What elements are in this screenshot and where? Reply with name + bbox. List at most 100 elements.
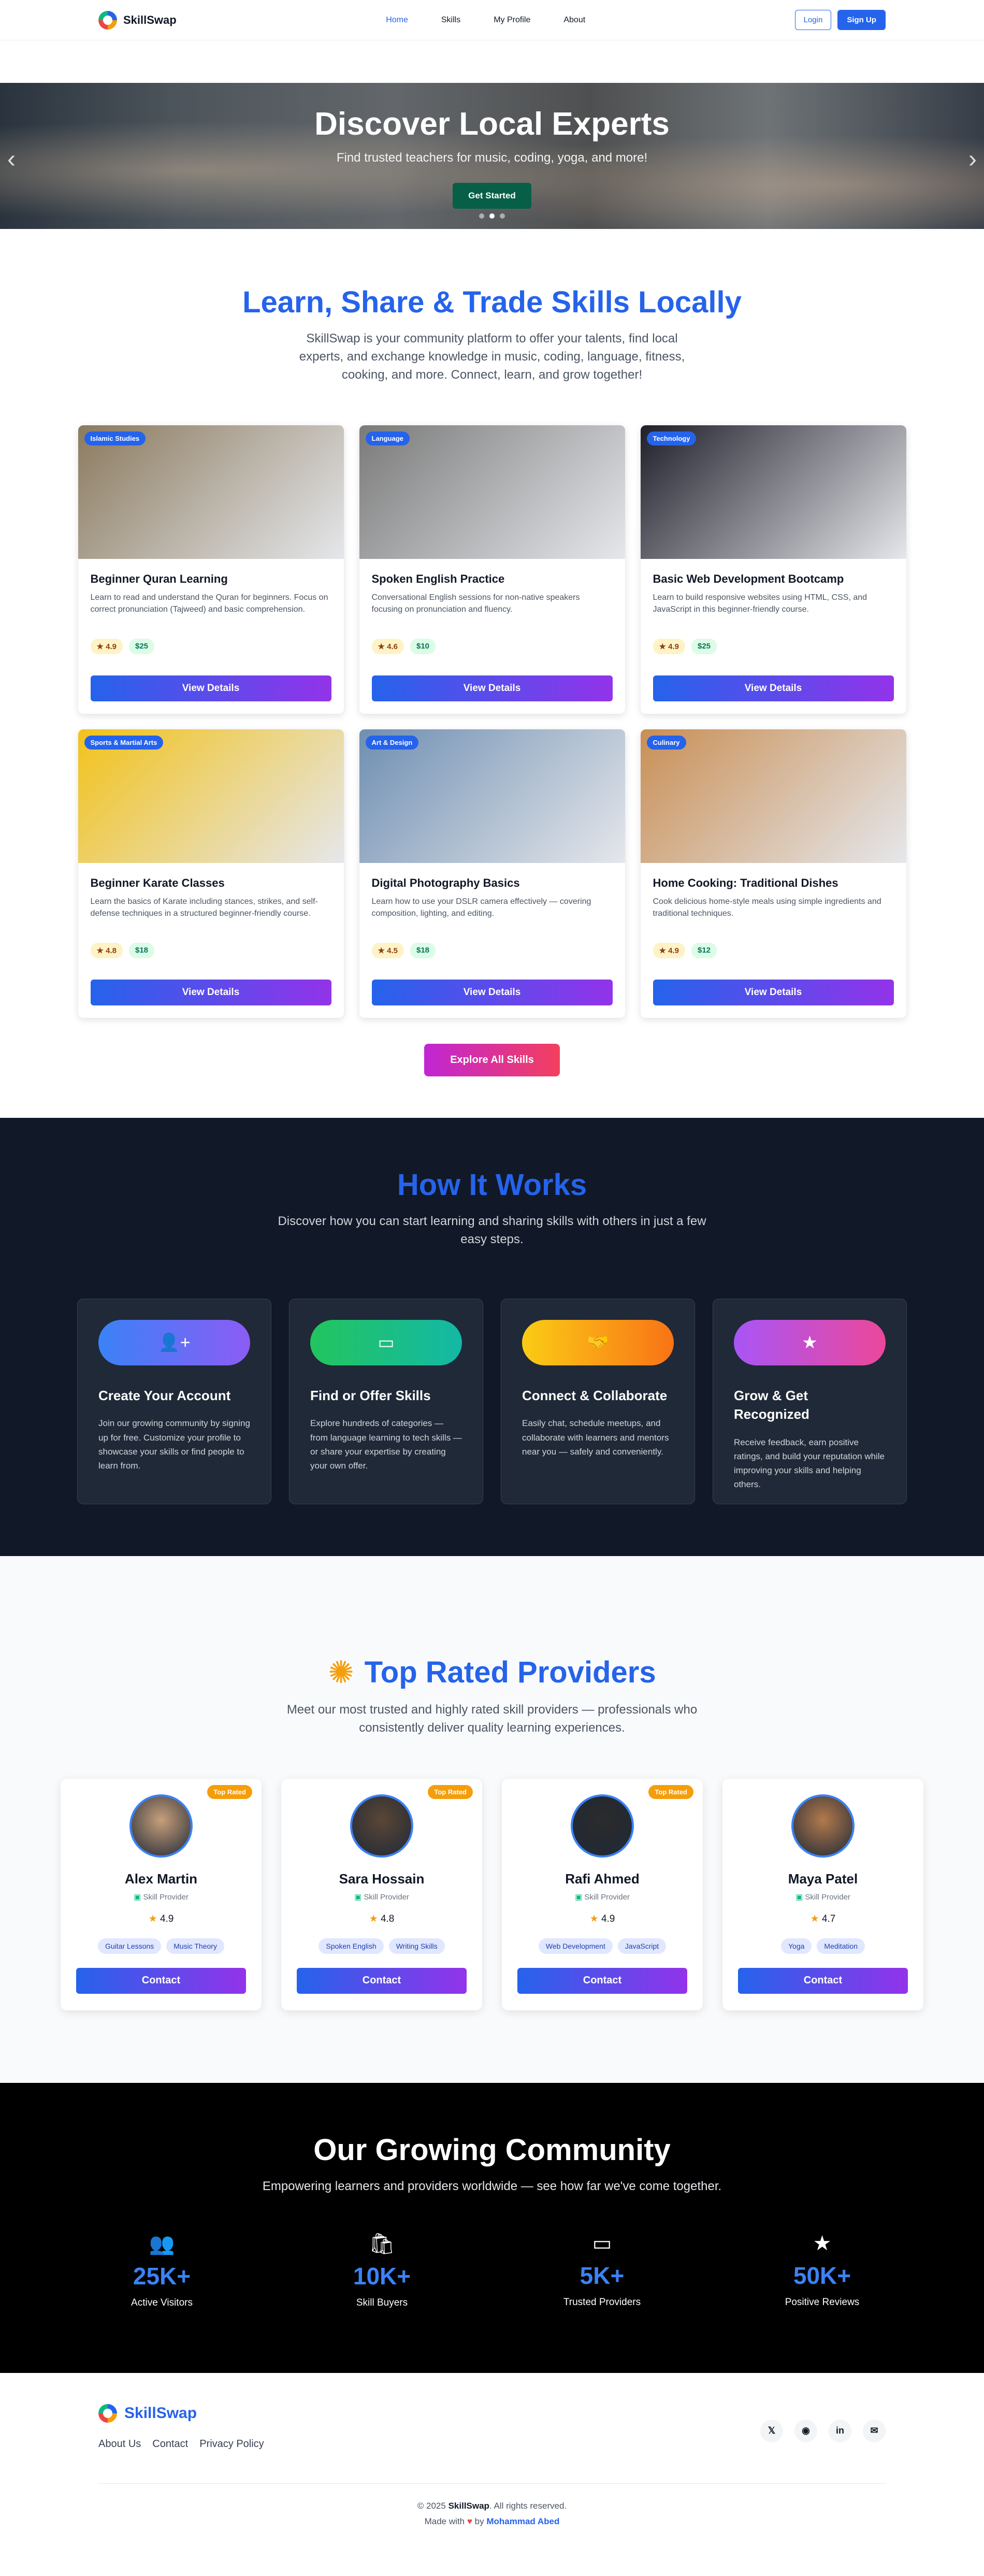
- providers-grid: Top Rated Alex Martin ▣ Skill Provider ★ 4.…: [0, 1778, 984, 2010]
- provider-role-label: Skill Provider: [584, 1892, 630, 1902]
- nav-my-profile[interactable]: My Profile: [494, 16, 530, 25]
- star-icon: ★: [96, 946, 106, 956]
- nav-links: Home Skills My Profile About: [177, 16, 795, 25]
- nav-skills[interactable]: Skills: [441, 16, 460, 25]
- author-link[interactable]: Mohammad Abed: [486, 2516, 559, 2526]
- star-icon: ★: [378, 642, 387, 652]
- footer-link-contact[interactable]: Contact: [152, 2438, 188, 2450]
- linkedin-icon[interactable]: in: [829, 2419, 851, 2442]
- provider-rating-value: 4.7: [821, 1913, 836, 1924]
- skill-card-body: Beginner Karate Classes Learn the basics …: [78, 863, 344, 972]
- provider-role-label: Skill Provider: [805, 1892, 850, 1902]
- brand[interactable]: SkillSwap: [98, 10, 177, 30]
- skill-image: Sports & Martial Arts: [78, 729, 344, 864]
- contact-button[interactable]: Contact: [76, 1967, 246, 1994]
- star-icon: ★: [378, 946, 387, 956]
- users-icon: 👥: [149, 2233, 175, 2256]
- teach-icon: ▭: [310, 1319, 462, 1365]
- stat-label: Active Visitors: [131, 2297, 193, 2309]
- avatar: [571, 1794, 634, 1858]
- skill-card-body: Home Cooking: Traditional Dishes Cook del…: [641, 863, 906, 972]
- skills-title: Learn, Share & Trade Skills Locally: [242, 285, 742, 319]
- slider-dot[interactable]: [500, 213, 505, 219]
- rating-badge: ★ 4.6: [371, 639, 404, 655]
- skill-tag: Web Development: [538, 1938, 613, 1954]
- how-title: How It Works: [397, 1168, 587, 1202]
- view-details-button[interactable]: View Details: [653, 675, 894, 702]
- steps-grid: 👤+ Create Your Account Join our growing co…: [0, 1298, 984, 1504]
- nav-about[interactable]: About: [563, 16, 585, 25]
- add-user-icon: 👤+: [98, 1319, 250, 1365]
- provider-rating: ★ 4.8: [281, 1913, 482, 1925]
- skill-title: Digital Photography Basics: [371, 876, 520, 890]
- view-details-button[interactable]: View Details: [90, 980, 331, 1006]
- category-badge: Technology: [646, 431, 697, 446]
- skill-tag: Writing Skills: [388, 1938, 445, 1954]
- nav-actions: Login Sign Up: [794, 10, 886, 30]
- social-links: 𝕏 ◉ in ✉: [760, 2419, 886, 2442]
- view-details-button[interactable]: View Details: [371, 980, 613, 1006]
- heart-icon: ♥: [467, 2516, 472, 2527]
- copyright-brand: SkillSwap: [448, 2500, 489, 2511]
- step-card: 👤+ Create Your Account Join our growing co…: [77, 1298, 271, 1504]
- category-badge: Art & Design: [365, 736, 419, 750]
- price-badge: $10: [410, 639, 436, 655]
- view-details-button[interactable]: View Details: [371, 675, 613, 702]
- copyright-prefix: © 2025: [417, 2500, 446, 2511]
- provider-rating-value: 4.9: [601, 1913, 615, 1924]
- skill-card-body: Digital Photography Basics Learn how to u…: [359, 863, 625, 972]
- stat-label: Positive Reviews: [785, 2297, 860, 2308]
- top-rated-badge: Top Rated: [648, 1785, 693, 1799]
- skill-meta: ★ 4.9 $12: [653, 943, 894, 959]
- contact-button[interactable]: Contact: [738, 1967, 908, 1994]
- provider-role-label: Skill Provider: [364, 1892, 409, 1902]
- price-badge: $18: [128, 943, 155, 959]
- step-card: 🤝 Connect & Collaborate Easily chat, sched…: [501, 1298, 695, 1504]
- get-started-button[interactable]: Get Started: [453, 183, 531, 209]
- footer-brand[interactable]: SkillSwap: [98, 2404, 264, 2423]
- view-details-button[interactable]: View Details: [653, 980, 894, 1006]
- copyright: © 2025 SkillSwap. All rights reserved. M…: [98, 2484, 886, 2545]
- shopping-bag-icon: 🛍: [369, 2233, 395, 2256]
- step-card: ▭ Find or Offer Skills Explore hundreds of…: [289, 1298, 483, 1504]
- provider-role: ▣ Skill Provider: [722, 1892, 923, 1902]
- star-icon: ★: [148, 1913, 160, 1924]
- explore-all-skills-button[interactable]: Explore All Skills: [424, 1044, 560, 1077]
- skills-description: SkillSwap is your community platform to …: [299, 332, 685, 382]
- stat-label: Skill Buyers: [356, 2297, 408, 2309]
- community-description: Empowering learners and providers worldw…: [262, 2179, 722, 2193]
- slider-dot[interactable]: [479, 213, 484, 219]
- skill-card: Culinary Home Cooking: Traditional Dishes…: [640, 729, 906, 1018]
- footer-link-privacy[interactable]: Privacy Policy: [199, 2438, 264, 2450]
- star-icon: ★: [589, 1913, 601, 1924]
- skill-card: Language Spoken English Practice Conversat…: [359, 425, 625, 714]
- verified-icon: ▣: [134, 1892, 143, 1902]
- contact-button[interactable]: Contact: [297, 1967, 467, 1994]
- twitter-icon[interactable]: 𝕏: [760, 2419, 783, 2442]
- login-button[interactable]: Login: [794, 10, 832, 30]
- rating-badge: ★ 4.8: [90, 943, 123, 959]
- view-details-button[interactable]: View Details: [90, 675, 331, 702]
- footer-link-about[interactable]: About Us: [98, 2438, 141, 2450]
- github-icon[interactable]: ◉: [794, 2419, 817, 2442]
- category-badge: Sports & Martial Arts: [84, 736, 164, 750]
- logo-icon: [98, 10, 117, 30]
- provider-rating-value: 4.9: [160, 1913, 174, 1924]
- price-badge: $12: [691, 943, 717, 959]
- nav-home[interactable]: Home: [386, 16, 408, 25]
- mail-icon[interactable]: ✉: [863, 2419, 886, 2442]
- stats-grid: 👥 25K+ Active Visitors 🛍 10K+ Skill Buyers ▭ 5K…: [0, 2232, 984, 2309]
- navbar: SkillSwap Home Skills My Profile About L…: [0, 0, 984, 40]
- slider-dot[interactable]: [489, 213, 495, 219]
- skill-tag: Meditation: [817, 1938, 865, 1954]
- contact-button[interactable]: Contact: [517, 1967, 687, 1994]
- signup-button[interactable]: Sign Up: [837, 10, 886, 30]
- brand-name: SkillSwap: [123, 13, 177, 26]
- skill-meta: ★ 4.6 $10: [371, 639, 613, 655]
- verified-icon: ▣: [575, 1892, 585, 1902]
- rating-value: 4.9: [668, 642, 679, 652]
- skill-image: Technology: [640, 425, 906, 559]
- provider-name: Rafi Ahmed: [565, 1870, 640, 1887]
- skill-meta: ★ 4.9 $25: [653, 639, 894, 655]
- star-icon: ★: [813, 2232, 832, 2255]
